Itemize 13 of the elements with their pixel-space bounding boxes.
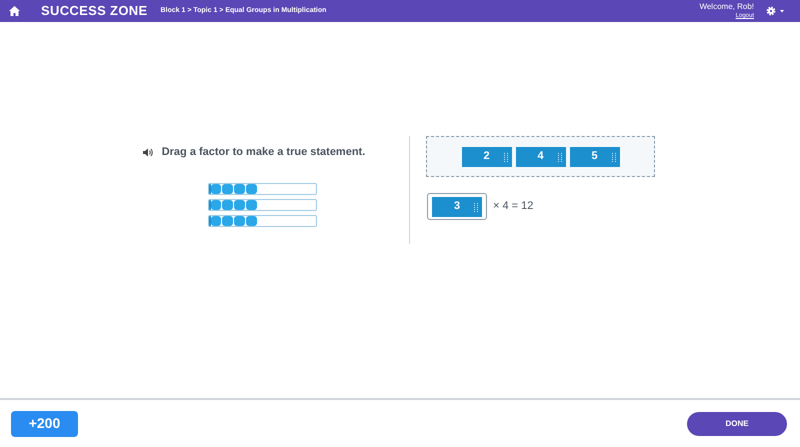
- number-tile[interactable]: 3: [432, 196, 482, 216]
- welcome-text: Welcome, Rob!: [699, 3, 754, 11]
- speaker-icon[interactable]: [142, 148, 153, 157]
- settings-icon[interactable]: [766, 6, 786, 16]
- instruction-text: Drag a factor to make a true statement.: [162, 145, 366, 160]
- home-icon[interactable]: [9, 6, 20, 16]
- number-tile[interactable]: 5: [570, 146, 620, 166]
- done-button[interactable]: DONE: [687, 412, 787, 436]
- number-tile[interactable]: 2: [462, 146, 512, 166]
- app-title: SUCCESS ZONE: [41, 2, 148, 20]
- number-tile[interactable]: 4: [516, 146, 566, 166]
- equation-text: × 4 = 12: [493, 199, 534, 214]
- points-button[interactable]: +200: [11, 410, 78, 436]
